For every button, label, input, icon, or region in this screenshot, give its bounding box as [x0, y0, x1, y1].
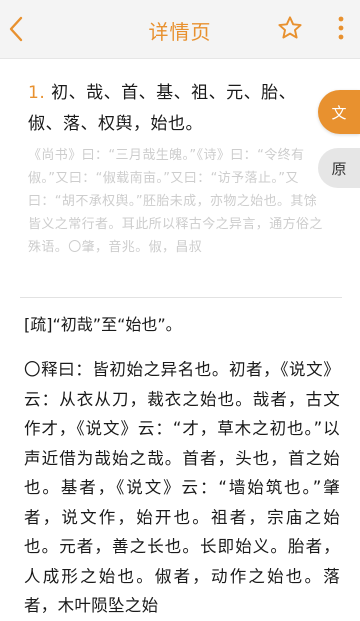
page-title: 详情页: [148, 20, 212, 44]
annotation-note: 《尚书》曰：“三月哉生魄。”《诗》曰：“令终有俶。”又曰：“俶载南亩。”又曰：“…: [28, 148, 323, 255]
entry-heading: 1. 初、哉、首、基、祖、元、胎、俶、落、权舆，始也。: [28, 78, 328, 140]
translation-toggle-button[interactable]: 文: [318, 90, 360, 134]
entry-number: 1.: [28, 83, 46, 103]
more-vertical-icon: [338, 16, 344, 40]
commentary-heading: [疏]“初哉”至“始也”。: [24, 315, 182, 334]
back-button[interactable]: [2, 11, 30, 47]
more-menu-button[interactable]: [330, 13, 352, 43]
commentary-body: 〇释曰：皆初始之异名也。初者，《说文》云：从衣从刀，裁衣之始也。哉者，古文作才，…: [24, 360, 340, 615]
star-icon: [278, 16, 302, 39]
favorite-button[interactable]: [275, 13, 305, 43]
chevron-left-icon: [9, 16, 23, 42]
top-bar: 详情页: [0, 0, 360, 59]
entry-text: 初、哉、首、基、祖、元、胎、俶、落、权舆，始也。: [28, 83, 297, 134]
divider: [20, 297, 342, 298]
original-text-toggle-button[interactable]: 原: [318, 148, 360, 188]
